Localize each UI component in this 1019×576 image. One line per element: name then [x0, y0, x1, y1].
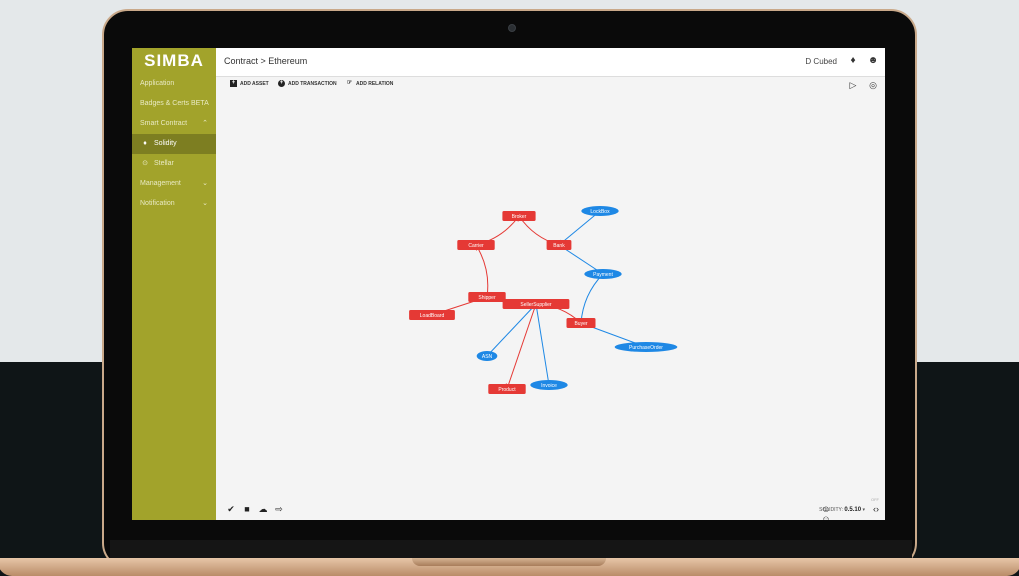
- bottom-bar: ✔ ■ ☁ ⇨ ☺☺ SOLIDITY: 0.5.10 ▾ OFF ‹›: [216, 497, 885, 520]
- user-icon[interactable]: ☻: [867, 55, 879, 67]
- breadcrumb[interactable]: Contract > Ethereum: [224, 56, 307, 66]
- top-header: Contract > Ethereum D Cubed ♦ ☻: [216, 48, 885, 77]
- add-relation-label: ADD RELATION: [356, 80, 394, 87]
- transaction-node[interactable]: LockBox: [581, 206, 619, 216]
- graph-edge[interactable]: [505, 303, 537, 390]
- graph-edge[interactable]: [533, 303, 550, 386]
- sidebar-item-management[interactable]: Management ⌄: [132, 174, 216, 194]
- add-relation-icon: ☞: [346, 80, 353, 86]
- chevron-up-icon: ⌃: [202, 120, 208, 127]
- sidebar-item-application[interactable]: Application: [132, 74, 216, 94]
- node-label: SellerSupplier: [520, 302, 551, 308]
- webcam: [508, 24, 516, 32]
- node-label: Product: [498, 387, 516, 393]
- graph-toolbar: + ADD ASSET + ADD TRANSACTION ☞ ADD RELATIO…: [216, 76, 885, 94]
- check-circle-icon[interactable]: ✔: [226, 504, 236, 514]
- node-label: Bank: [553, 243, 565, 249]
- app-logo[interactable]: SIMBA: [132, 51, 216, 71]
- node-label: Shipper: [478, 295, 496, 301]
- transaction-node[interactable]: Payment: [584, 269, 622, 279]
- sidebar-item-label: Notification: [140, 200, 175, 207]
- sidebar: SIMBA Application Badges & Certs BETA Sm…: [132, 48, 216, 520]
- sidebar-item-smart-contract[interactable]: Smart Contract ⌃: [132, 114, 216, 134]
- graph-edge[interactable]: [475, 244, 489, 298]
- stellar-icon: ⊙: [142, 160, 148, 167]
- sidebar-item-label: Management: [140, 180, 181, 187]
- asset-node[interactable]: Product: [488, 384, 526, 394]
- off-label: OFF: [871, 497, 879, 502]
- contract-graph[interactable]: Broker Bank Carrier Shipper LoadBoard SellerS…: [216, 94, 885, 499]
- sidebar-item-label: Stellar: [154, 160, 174, 167]
- asset-node[interactable]: LoadBoard: [409, 310, 455, 320]
- sidebar-item-label: Smart Contract: [140, 120, 188, 127]
- asset-node[interactable]: Carrier: [457, 240, 495, 250]
- transaction-node[interactable]: PurchaseOrder: [614, 342, 678, 352]
- fit-screen-icon[interactable]: ◎: [867, 79, 879, 91]
- laptop-base-notch: [412, 558, 606, 566]
- graph-edge[interactable]: [558, 210, 601, 246]
- cloud-upload-icon[interactable]: ☁: [258, 504, 268, 514]
- asset-node[interactable]: Buyer: [566, 318, 596, 328]
- add-asset-label: ADD ASSET: [240, 80, 269, 87]
- transaction-node[interactable]: Invoice: [530, 380, 568, 390]
- code-toggle-icon[interactable]: ‹›: [873, 504, 879, 514]
- sidebar-item-notification[interactable]: Notification ⌄: [132, 194, 216, 214]
- add-relation-button[interactable]: ☞ ADD RELATION: [346, 80, 394, 87]
- asset-node[interactable]: SellerSupplier: [502, 299, 570, 309]
- export-icon[interactable]: ⇨: [274, 504, 284, 514]
- node-label: Buyer: [574, 321, 587, 327]
- play-icon[interactable]: ▷: [847, 79, 859, 91]
- node-label: LockBox: [590, 209, 610, 215]
- sidebar-item-label: Application: [140, 80, 175, 87]
- graph-edge[interactable]: [578, 273, 604, 324]
- app-screen: SIMBA Application Badges & Certs BETA Sm…: [132, 48, 885, 520]
- add-transaction-label: ADD TRANSACTION: [288, 80, 337, 87]
- laptop-bottom-bezel: [110, 540, 912, 558]
- sidebar-item-solidity[interactable]: ♦ Solidity: [132, 134, 216, 154]
- asset-node[interactable]: Bank: [546, 240, 572, 250]
- add-asset-button[interactable]: + ADD ASSET: [230, 80, 269, 87]
- add-transaction-button[interactable]: + ADD TRANSACTION: [278, 80, 337, 87]
- transaction-node[interactable]: ASN: [476, 351, 498, 361]
- sidebar-item-stellar[interactable]: ⊙ Stellar: [132, 154, 216, 174]
- node-label: ASN: [482, 354, 493, 360]
- node-label: Payment: [593, 272, 613, 278]
- sidebar-item-label: Solidity: [154, 140, 177, 147]
- add-asset-icon: +: [230, 80, 237, 87]
- sidebar-item-badges-certs[interactable]: Badges & Certs BETA: [132, 94, 216, 114]
- chevron-down-icon: ⌄: [202, 180, 208, 187]
- chevron-down-icon: ⌄: [202, 200, 208, 207]
- user-name[interactable]: D Cubed: [805, 57, 837, 66]
- solidity-icon: ♦: [143, 140, 147, 147]
- solidity-version[interactable]: SOLIDITY: 0.5.10 ▾: [819, 507, 865, 513]
- save-icon[interactable]: ■: [242, 504, 252, 514]
- solidity-version-value: 0.5.10: [844, 507, 862, 513]
- asset-node[interactable]: Broker: [502, 211, 536, 221]
- add-transaction-icon: +: [278, 80, 285, 87]
- node-label: Carrier: [468, 243, 484, 249]
- node-label: PurchaseOrder: [629, 345, 663, 351]
- node-label: LoadBoard: [420, 313, 445, 319]
- asset-node[interactable]: Shipper: [468, 292, 506, 302]
- bell-icon[interactable]: ♦: [847, 55, 859, 67]
- graph-edge[interactable]: [486, 303, 537, 357]
- node-label: Invoice: [541, 383, 557, 389]
- solidity-version-label: SOLIDITY:: [819, 507, 844, 513]
- node-label: Broker: [512, 214, 527, 220]
- sidebar-item-label: Badges & Certs BETA: [140, 100, 209, 107]
